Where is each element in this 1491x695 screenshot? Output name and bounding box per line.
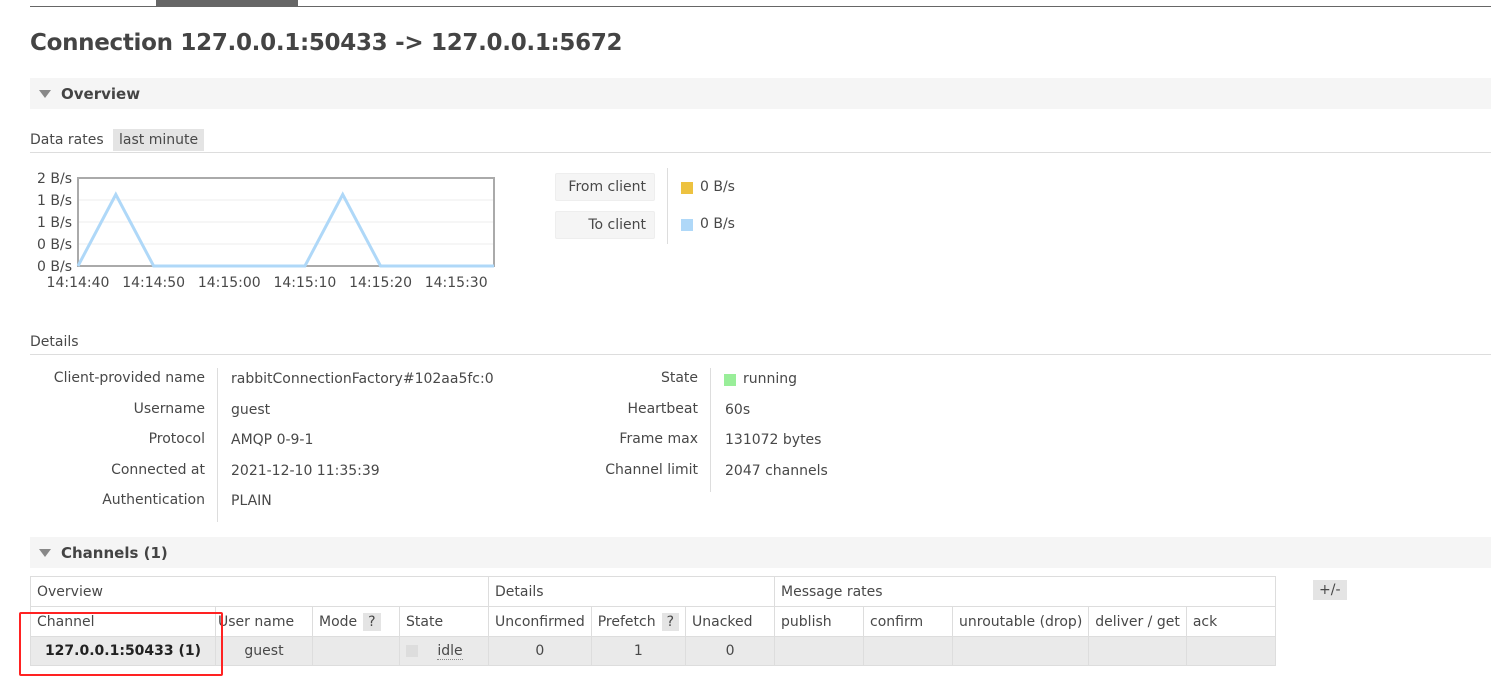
data-rates-label: Data rates [30, 132, 104, 148]
col-prefetch[interactable]: Prefetch? [590, 606, 687, 637]
col-state[interactable]: State [399, 606, 489, 637]
page-title: Connection 127.0.0.1:50433 -> 127.0.0.1:… [30, 30, 623, 56]
deliver-cell [1088, 636, 1187, 666]
section-label: Overview [61, 85, 141, 103]
data-rates-chart: 2 B/s1 B/s1 B/s0 B/s0 B/s14:14:40 14:14:5… [37, 171, 495, 291]
col-unconfirmed[interactable]: Unconfirmed [488, 606, 592, 637]
group-overview: Overview [30, 576, 489, 607]
collapse-triangle-icon [39, 90, 51, 98]
state-indicator-icon [406, 645, 418, 657]
legend-to-client[interactable]: To client [555, 211, 655, 239]
detail-label: Client-provided name [53, 370, 205, 386]
col-ack[interactable]: ack [1185, 606, 1276, 637]
y-tick-label: 0 B/s [37, 237, 72, 253]
highlight-box [19, 612, 223, 676]
user-cell: guest [215, 636, 313, 666]
detail-value: 2047 channels [725, 462, 828, 479]
unconfirmed-cell: 0 [488, 636, 592, 666]
unacked-cell: 0 [685, 636, 776, 666]
detail-value: rabbitConnectionFactory#102aa5fc:0 [231, 371, 494, 387]
overview-section-header[interactable]: Overview [30, 78, 1491, 109]
ack-cell [1185, 636, 1276, 666]
state-running-icon [724, 374, 736, 386]
col-publish[interactable]: publish [774, 606, 865, 637]
x-tick-label: 14:15:00 [198, 275, 261, 291]
y-tick-label: 1 B/s [37, 193, 72, 209]
x-tick-label: 14:15:30 [425, 275, 488, 291]
detail-value: AMQP 0-9-1 [231, 432, 314, 448]
col-user-name[interactable]: User name [215, 606, 313, 637]
y-tick-label: 0 B/s [37, 259, 72, 275]
help-icon[interactable]: ? [661, 612, 680, 631]
active-nav-tab[interactable] [156, 0, 298, 7]
from-client-rate: 0 B/s [700, 179, 735, 195]
y-tick-label: 1 B/s [37, 215, 72, 231]
col-mode[interactable]: Mode? [312, 606, 400, 637]
details-divider [710, 368, 711, 492]
range-selector[interactable]: last minute [113, 129, 205, 151]
col-unroutable[interactable]: unroutable (drop) [952, 606, 1090, 637]
x-tick-label: 14:14:50 [122, 275, 185, 291]
section-label: Channels (1) [61, 544, 168, 562]
mode-cell [312, 636, 400, 666]
detail-label: Connected at [111, 461, 205, 478]
legend-from-client[interactable]: From client [555, 173, 655, 201]
x-tick-label: 14:14:40 [47, 275, 110, 291]
series-line-to-client [76, 191, 494, 268]
from-client-swatch [681, 182, 693, 194]
detail-value: PLAIN [231, 493, 272, 509]
detail-label: Authentication [102, 492, 205, 508]
group-message-rates: Message rates [774, 576, 1276, 607]
col-confirm[interactable]: confirm [863, 606, 954, 637]
detail-label: Frame max [619, 431, 698, 447]
channels-section-header[interactable]: Channels (1) [30, 537, 1491, 568]
state-value: idle [437, 643, 463, 660]
col-deliver-get[interactable]: deliver / get [1088, 606, 1187, 637]
col-unacked[interactable]: Unacked [685, 606, 776, 637]
group-details: Details [487, 576, 776, 607]
to-client-rate: 0 B/s [700, 216, 735, 232]
detail-value: 131072 bytes [725, 432, 822, 448]
detail-value: 60s [725, 401, 751, 418]
x-tick-label: 14:15:20 [349, 275, 412, 291]
help-icon[interactable]: ? [363, 612, 381, 631]
unroutable-cell [952, 636, 1090, 666]
collapse-triangle-icon [39, 549, 51, 557]
detail-label: Protocol [148, 431, 205, 447]
detail-value: guest [231, 401, 271, 418]
x-tick-label: 14:15:10 [273, 275, 336, 291]
detail-value: running [743, 371, 798, 387]
detail-value: 2021-12-10 11:35:39 [231, 462, 380, 479]
to-client-swatch [681, 219, 693, 231]
detail-label: Username [133, 400, 205, 417]
details-label: Details [30, 334, 79, 350]
y-tick-label: 2 B/s [37, 171, 72, 187]
detail-label: Channel limit [605, 461, 698, 478]
divider [30, 354, 1491, 355]
state-cell: idle [399, 636, 489, 666]
col-label: Prefetch [597, 613, 656, 630]
col-label: Mode [319, 613, 358, 630]
columns-toggle-button[interactable]: +/- [1313, 580, 1347, 600]
publish-cell [774, 636, 865, 666]
legend-divider [667, 168, 668, 244]
detail-label: Heartbeat [627, 400, 698, 417]
prefetch-cell: 1 [590, 636, 687, 666]
details-divider [217, 368, 218, 522]
confirm-cell [863, 636, 954, 666]
detail-label: State [660, 370, 698, 386]
divider [30, 152, 1491, 153]
